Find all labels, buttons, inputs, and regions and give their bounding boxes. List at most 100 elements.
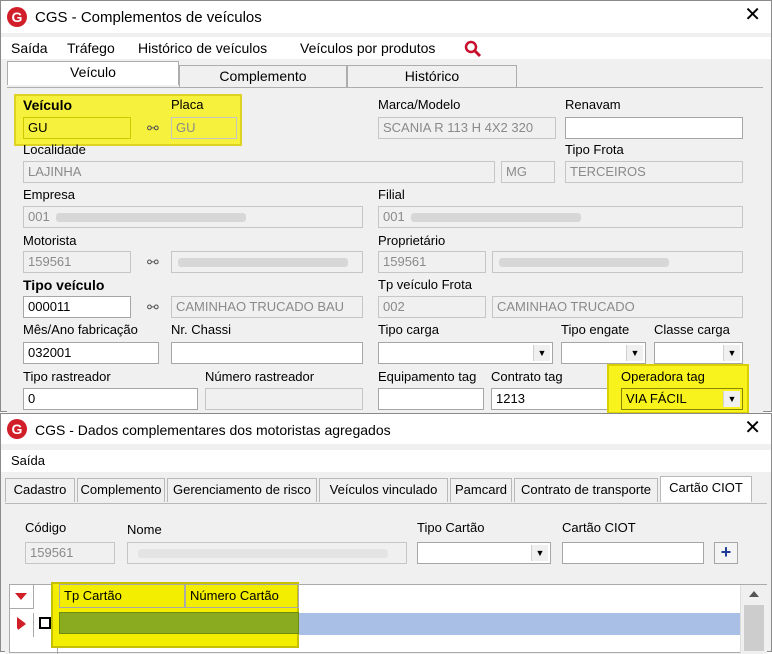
scroll-up-icon[interactable] bbox=[749, 591, 759, 597]
redacted-text bbox=[55, 213, 246, 223]
tipo-frota-label: Tipo Frota bbox=[565, 142, 624, 157]
selected-row-marker bbox=[9, 612, 33, 634]
nr-chassi-input[interactable] bbox=[171, 342, 363, 364]
binoculars-icon[interactable]: ⚯ bbox=[147, 254, 159, 271]
binoculars-icon[interactable]: ⚯ bbox=[147, 120, 159, 137]
tipo-veiculo-label: Tipo veículo bbox=[23, 277, 105, 293]
menu-saida[interactable]: Saída bbox=[11, 40, 48, 56]
operadora-tag-select[interactable]: VIA FÁCIL ▼ bbox=[621, 388, 743, 410]
chevron-down-icon[interactable]: ▼ bbox=[531, 545, 548, 561]
tab-gerenciamento-risco[interactable]: Gerenciamento de risco bbox=[167, 478, 317, 502]
localidade-input: LAJINHA bbox=[23, 161, 495, 183]
numero-rastreador-input bbox=[205, 388, 363, 410]
marca-modelo-input: SCANIA R 113 H 4X2 320 bbox=[378, 117, 556, 139]
vertical-scrollbar[interactable] bbox=[740, 585, 767, 654]
tab-cartao-ciot[interactable]: Cartão CIOT bbox=[660, 476, 752, 502]
col-header-numero-cartao[interactable]: Número Cartão bbox=[185, 584, 299, 608]
menu-historico-veiculos[interactable]: Histórico de veículos bbox=[138, 40, 267, 56]
title-bar: G CGS - Dados complementares dos motoris… bbox=[1, 414, 771, 444]
tab-complemento[interactable]: Complemento bbox=[77, 478, 165, 502]
tipo-carga-label: Tipo carga bbox=[378, 322, 439, 337]
col-header-tp-cartao[interactable]: Tp Cartão bbox=[59, 584, 185, 608]
tipo-rastreador-input[interactable]: 0 bbox=[23, 388, 198, 410]
chevron-down-icon[interactable]: ▼ bbox=[533, 345, 550, 361]
filial-label: Filial bbox=[378, 187, 405, 202]
plus-icon: + bbox=[720, 542, 732, 562]
close-icon[interactable]: ✕ bbox=[744, 418, 761, 438]
motorista-nome-input bbox=[171, 251, 363, 273]
tipo-engate-label: Tipo engate bbox=[561, 322, 630, 337]
tipo-veiculo-input[interactable]: 000011 bbox=[23, 296, 131, 318]
mes-ano-label: Mês/Ano fabricação bbox=[23, 322, 138, 337]
tp-veiculo-frota-label: Tp veículo Frota bbox=[378, 277, 472, 292]
tab-historico[interactable]: Histórico bbox=[347, 65, 517, 87]
search-icon[interactable] bbox=[464, 40, 482, 58]
tipo-frota-input: TERCEIROS bbox=[565, 161, 743, 183]
tab-pamcard[interactable]: Pamcard bbox=[450, 478, 512, 502]
tab-veiculo[interactable]: Veículo bbox=[7, 61, 179, 85]
proprietario-label: Proprietário bbox=[378, 233, 446, 248]
tab-veiculos-vinculado[interactable]: Veículos vinculado bbox=[319, 478, 448, 502]
chevron-down-icon[interactable]: ▼ bbox=[723, 391, 740, 407]
tipo-rastreador-label: Tipo rastreador bbox=[23, 369, 111, 384]
tp-veiculo-frota-input: 002 bbox=[378, 296, 486, 318]
binoculars-icon[interactable]: ⚯ bbox=[147, 299, 159, 316]
placa-input: GU bbox=[171, 117, 237, 139]
contrato-tag-input[interactable]: 1213 bbox=[491, 388, 609, 410]
tab-complemento[interactable]: Complemento bbox=[179, 65, 347, 87]
row-checkbox[interactable] bbox=[39, 617, 51, 629]
placa-label: Placa bbox=[171, 97, 204, 112]
app-logo: G bbox=[7, 419, 27, 439]
empresa-input: 001 bbox=[23, 206, 363, 228]
motorista-input: 159561 bbox=[23, 251, 131, 273]
sort-down-icon bbox=[15, 593, 27, 600]
row-pointer-icon bbox=[17, 617, 25, 629]
redacted-text bbox=[499, 258, 669, 268]
cartao-ciot-input[interactable] bbox=[562, 542, 704, 564]
proprietario-input: 159561 bbox=[378, 251, 486, 273]
menu-bar: Saída bbox=[1, 450, 771, 472]
window-title: CGS - Complementos de veículos bbox=[35, 9, 262, 26]
menu-trafego[interactable]: Tráfego bbox=[67, 40, 115, 56]
app-logo: G bbox=[7, 7, 27, 27]
nr-chassi-label: Nr. Chassi bbox=[171, 322, 231, 337]
equipamento-tag-input[interactable] bbox=[378, 388, 484, 410]
redacted-text bbox=[138, 549, 388, 559]
menu-veiculos-por-produtos[interactable]: Veículos por produtos bbox=[300, 40, 435, 56]
close-icon[interactable]: ✕ bbox=[744, 5, 761, 25]
chevron-down-icon[interactable]: ▼ bbox=[626, 345, 643, 361]
grid-corner-header bbox=[10, 585, 34, 609]
add-button[interactable]: + bbox=[714, 542, 738, 564]
empresa-label: Empresa bbox=[23, 187, 76, 202]
renavam-label: Renavam bbox=[565, 97, 621, 112]
tab-contrato-transporte[interactable]: Contrato de transporte bbox=[514, 478, 658, 502]
chevron-down-icon[interactable]: ▼ bbox=[723, 345, 740, 361]
localidade-label: Localidade bbox=[23, 142, 86, 157]
marca-modelo-label: Marca/Modelo bbox=[378, 97, 461, 112]
scroll-thumb[interactable] bbox=[744, 605, 764, 651]
mes-ano-input[interactable]: 032001 bbox=[23, 342, 159, 364]
menu-saida[interactable]: Saída bbox=[11, 453, 45, 468]
classe-carga-select[interactable]: ▼ bbox=[654, 342, 743, 364]
proprietario-nome-input bbox=[492, 251, 743, 273]
tab-cadastro[interactable]: Cadastro bbox=[5, 478, 75, 502]
tab-strip: Cadastro Complemento Gerenciamento de ri… bbox=[5, 476, 765, 504]
tipo-cartao-label: Tipo Cartão bbox=[417, 520, 485, 535]
complementos-veiculos-window: G CGS - Complementos de veículos ✕ Saída… bbox=[0, 0, 772, 414]
nome-label: Nome bbox=[127, 522, 162, 537]
numero-rastreador-label: Número rastreador bbox=[205, 369, 315, 384]
grid-selected-cells[interactable] bbox=[59, 612, 299, 634]
codigo-input: 159561 bbox=[25, 542, 115, 564]
tipo-veiculo-desc: CAMINHAO TRUCADO BAU bbox=[171, 296, 363, 318]
localidade-uf-input: MG bbox=[501, 161, 555, 183]
tipo-cartao-select[interactable]: ▼ bbox=[417, 542, 551, 564]
codigo-label: Código bbox=[25, 520, 67, 535]
tipo-engate-select[interactable]: ▼ bbox=[561, 342, 646, 364]
window-title: CGS - Dados complementares dos motorista… bbox=[35, 422, 391, 438]
veiculo-input[interactable]: GU bbox=[23, 117, 131, 139]
operadora-tag-label: Operadora tag bbox=[621, 369, 705, 384]
renavam-input[interactable] bbox=[565, 117, 743, 139]
dados-motoristas-window: G CGS - Dados complementares dos motoris… bbox=[0, 413, 772, 654]
redacted-text bbox=[410, 213, 581, 223]
tipo-carga-select[interactable]: ▼ bbox=[378, 342, 553, 364]
